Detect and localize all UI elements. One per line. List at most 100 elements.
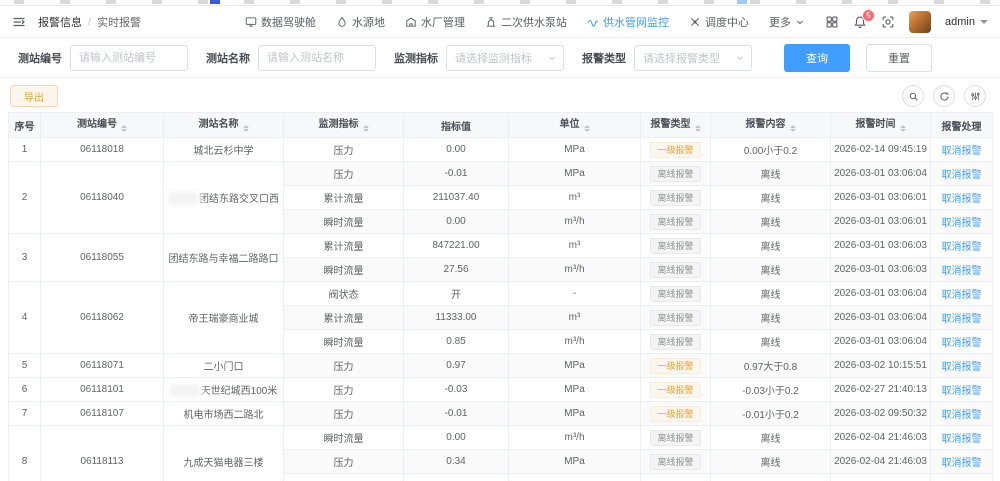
sort-carets-icon[interactable] [900, 122, 906, 135]
search-button[interactable]: 查询 [784, 44, 850, 72]
station-name-cell: 天世纪城西100米 [164, 378, 284, 402]
alarm-type-cell: 一级报警 [641, 138, 711, 162]
sidebar-collapse-icon[interactable] [12, 15, 26, 29]
user-avatar[interactable] [909, 11, 931, 33]
alarm-content-cell: -0.01小于0.2 [711, 402, 831, 426]
station-name-text: 天世纪城西100米 [201, 386, 278, 397]
station-code-label: 测站编号 [18, 50, 62, 66]
notification-badge: 5 [862, 9, 875, 22]
nav-item-water-source[interactable]: 水源地 [336, 14, 385, 30]
row-index-cell: 6 [9, 378, 41, 402]
alarm-action-cell: 取消报警 [931, 306, 993, 330]
nav-item-data-cockpit[interactable]: 数据驾驶舱 [245, 14, 316, 30]
column-header[interactable]: 报警内容 [711, 113, 831, 138]
water-source-icon [336, 16, 348, 28]
alarm-type-badge: 离线报警 [650, 430, 700, 446]
table-column-settings-button[interactable] [964, 85, 986, 107]
sort-asc-caret [363, 122, 369, 128]
cancel-alarm-link[interactable]: 取消报警 [942, 410, 982, 421]
table-search-button[interactable] [902, 85, 924, 107]
alarm-type-cell: 离线报警 [641, 306, 711, 330]
alarm-type-cell: 离线报警 [641, 330, 711, 354]
alarm-action-cell: 取消报警 [931, 258, 993, 282]
metric-cell: 瞬时流量 [284, 426, 404, 450]
metric-select-placeholder: 请选择监测指标 [455, 50, 532, 66]
alarm-content-cell: 离线 [711, 162, 831, 186]
sort-carets-icon[interactable] [584, 122, 590, 135]
sort-desc-caret [243, 129, 249, 135]
cancel-alarm-link[interactable]: 取消报警 [942, 266, 982, 277]
cancel-alarm-link[interactable]: 取消报警 [942, 362, 982, 373]
redaction-blur [168, 192, 198, 205]
sort-asc-caret [121, 122, 127, 128]
sort-desc-caret [900, 129, 906, 135]
cancel-alarm-link[interactable]: 取消报警 [942, 386, 982, 397]
sort-carets-icon[interactable] [121, 122, 127, 135]
cancel-alarm-link[interactable]: 取消报警 [942, 314, 982, 325]
cancel-alarm-link[interactable]: 取消报警 [942, 170, 982, 181]
nav-item-dispatch-center[interactable]: 调度中心 [689, 14, 749, 30]
sort-carets-icon[interactable] [243, 122, 249, 135]
alarm-table-head: 序号测站编号测站名称监测指标指标值单位报警类型报警内容报警时间报警处理 [9, 113, 993, 138]
cancel-alarm-link[interactable]: 取消报警 [942, 146, 982, 157]
filter-station-name: 测站名称 [206, 45, 376, 71]
alarm-type-cell: 离线报警 [641, 210, 711, 234]
metric-select[interactable]: 请选择监测指标 [446, 45, 564, 71]
cancel-alarm-link[interactable]: 取消报警 [942, 458, 982, 469]
alarm-action-cell: 取消报警 [931, 330, 993, 354]
chevron-down-icon [547, 53, 557, 63]
sort-carets-icon[interactable] [790, 122, 796, 135]
table-row: 206118040团结东路交叉口西压力-0.01MPa离线报警离线2026-03… [9, 162, 993, 186]
column-header[interactable]: 监测指标 [284, 113, 404, 138]
reset-button[interactable]: 重置 [866, 44, 932, 72]
sort-asc-caret [790, 122, 796, 128]
cancel-alarm-link[interactable]: 取消报警 [942, 434, 982, 445]
breadcrumb-item[interactable]: 报警信息 [38, 14, 82, 30]
nav-item-label: 调度中心 [705, 14, 749, 30]
notifications-bell-icon[interactable]: 5 [853, 15, 867, 29]
alarm-type-badge: 离线报警 [650, 454, 700, 470]
station-code-input[interactable] [70, 45, 188, 71]
alarm-time-cell: 2026-03-01 03:06:04 [831, 162, 931, 186]
column-header-label: 测站名称 [199, 119, 239, 130]
table-refresh-button[interactable] [933, 85, 955, 107]
metric-cell: 累计流量 [284, 306, 404, 330]
apps-grid-icon[interactable] [825, 15, 839, 29]
station-name-input[interactable] [258, 45, 376, 71]
value-cell: -0.03 [404, 378, 509, 402]
fullscreen-scan-icon[interactable] [881, 15, 895, 29]
value-cell: 11333.00 [404, 306, 509, 330]
metric-cell: 压力 [284, 450, 404, 474]
cancel-alarm-link[interactable]: 取消报警 [942, 290, 982, 301]
column-header[interactable]: 单位 [509, 113, 641, 138]
column-header[interactable]: 测站编号 [41, 113, 164, 138]
alarm-type-badge: 离线报警 [650, 334, 700, 350]
column-header[interactable]: 测站名称 [164, 113, 284, 138]
cancel-alarm-link[interactable]: 取消报警 [942, 218, 982, 229]
export-button[interactable]: 导出 [10, 85, 58, 107]
station-name-cell: 团结东路交叉口西 [164, 162, 284, 234]
row-index-cell: 3 [9, 234, 41, 282]
station-name-text: 团结东路交叉口西 [199, 194, 279, 205]
sort-carets-icon[interactable] [695, 122, 701, 135]
station-name-cell: 二小门口 [164, 354, 284, 378]
unit-cell: m³/h [509, 426, 641, 450]
nav-item-pipe-network-monitor[interactable]: 供水管网监控 [587, 14, 669, 30]
nav-item-more[interactable]: 更多 [769, 14, 805, 30]
cancel-alarm-link[interactable]: 取消报警 [942, 194, 982, 205]
value-cell: 0.00 [404, 210, 509, 234]
cancel-alarm-link[interactable]: 取消报警 [942, 242, 982, 253]
nav-item-label: 二次供水泵站 [501, 14, 567, 30]
cancel-alarm-link[interactable]: 取消报警 [942, 338, 982, 349]
row-index-cell: 5 [9, 354, 41, 378]
user-menu[interactable]: admin [945, 16, 988, 28]
sort-carets-icon[interactable] [363, 122, 369, 135]
column-header[interactable]: 报警类型 [641, 113, 711, 138]
column-header[interactable]: 报警时间 [831, 113, 931, 138]
alarm-type-badge: 离线报警 [650, 166, 700, 182]
value-cell: 开 [404, 282, 509, 306]
alarm-time-cell: 2026-03-01 03:06:01 [831, 210, 931, 234]
nav-item-water-plant[interactable]: 水厂管理 [405, 14, 465, 30]
nav-item-pump-station[interactable]: 二次供水泵站 [485, 14, 567, 30]
alarm-type-select[interactable]: 请选择报警类型 [634, 45, 752, 71]
